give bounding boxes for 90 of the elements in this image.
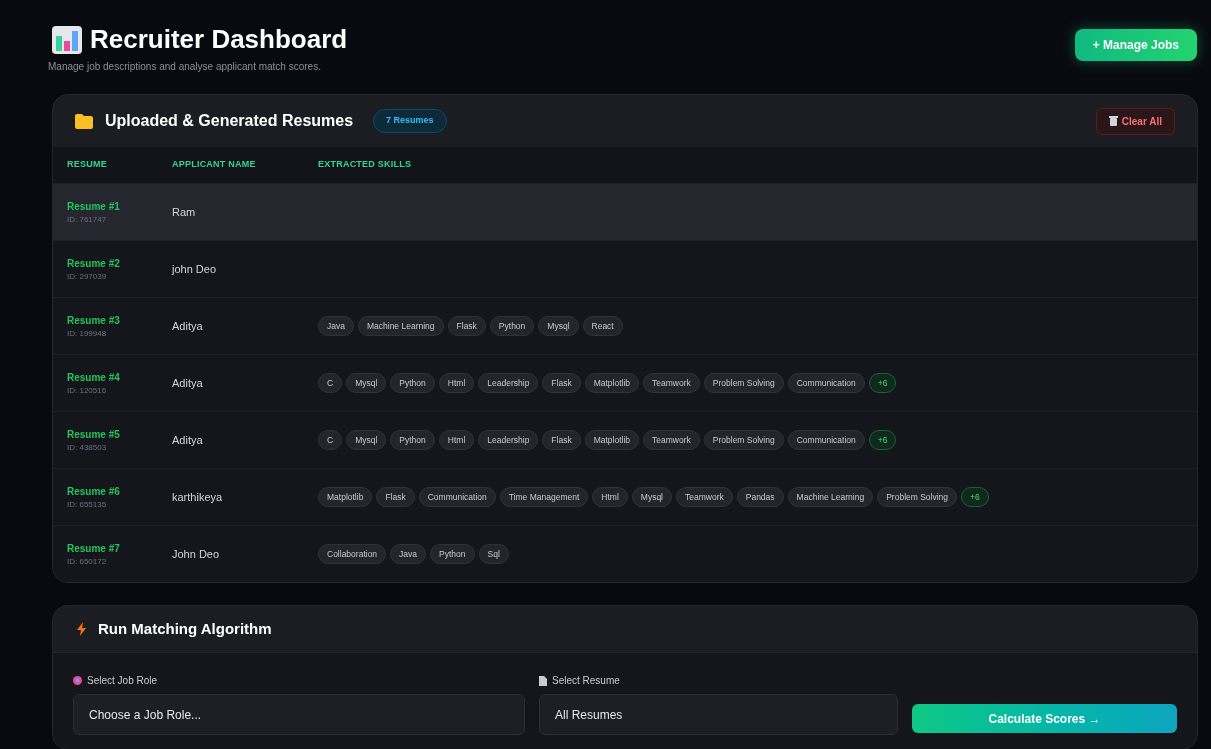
- skill-tag: Communication: [418, 486, 496, 508]
- skill-tag: Mysql: [346, 429, 387, 451]
- resume-row[interactable]: Resume #3 ID: 199948 Aditya Java Machine Learning Flask Python Mysql React: [53, 297, 1197, 354]
- skill-tag: React: [582, 315, 623, 337]
- applicant-name: karthikeya: [172, 489, 224, 505]
- skill-tag: Teamwork: [643, 372, 700, 394]
- skill-tag: Html: [438, 372, 475, 394]
- lightning-icon: [77, 622, 86, 636]
- applicant-name: john Deo: [172, 261, 218, 277]
- resume-select[interactable]: All Resumes: [539, 694, 898, 735]
- resume-id: ID: 297039: [67, 270, 108, 283]
- skill-tag: Pandas: [736, 486, 784, 508]
- resume-row[interactable]: Resume #2 ID: 297039 john Deo: [53, 240, 1197, 297]
- skill-tag: Python: [390, 372, 435, 394]
- skill-tag: Flask: [447, 315, 486, 337]
- resume-label: Resume #7: [67, 541, 121, 556]
- resume-row[interactable]: Resume #1 ID: 761747 Ram: [53, 183, 1197, 240]
- job-role-select[interactable]: Choose a Job Role...: [73, 694, 525, 735]
- skill-tag: Machine Learning: [787, 486, 874, 508]
- skill-tag: Html: [438, 429, 475, 451]
- skill-tag: Java: [390, 543, 427, 565]
- skill-tag: Python: [489, 315, 535, 337]
- resume-row[interactable]: Resume #7 ID: 650172 John Deo Collaboration Java Python Sql: [53, 525, 1197, 582]
- applicant-name: Aditya: [172, 375, 204, 391]
- skill-tag: Mysql: [538, 315, 579, 337]
- resume-id: ID: 761747: [67, 213, 108, 226]
- skill-tag: Sql: [478, 543, 509, 565]
- document-icon: [539, 675, 547, 686]
- trash-icon: [1108, 116, 1118, 126]
- clear-all-button[interactable]: Clear All: [1095, 107, 1175, 135]
- more-skills-tag[interactable]: +6: [961, 486, 989, 508]
- page-subtitle: Manage job descriptions and analyse applicant match scores.: [48, 60, 322, 74]
- skill-tag: Teamwork: [676, 486, 733, 508]
- skill-tag: Problem Solving: [703, 372, 784, 394]
- skill-tag: Html: [592, 486, 628, 508]
- applicant-name: Aditya: [172, 318, 204, 334]
- column-header: APPLICANT NAME: [172, 158, 257, 172]
- resume-label: Resume #3: [67, 313, 121, 328]
- skill-tag: Flask: [376, 486, 415, 508]
- skill-tag: Python: [390, 429, 435, 451]
- resume-id: ID: 199948: [67, 327, 108, 340]
- skill-tag: Communication: [787, 429, 865, 451]
- skill-tag: Mysql: [631, 486, 672, 508]
- skill-tag: Machine Learning: [357, 315, 444, 337]
- skill-tag: Collaboration: [318, 543, 387, 565]
- skill-tag: Matplotlib: [584, 429, 640, 451]
- bar-chart-icon: [52, 25, 82, 54]
- skill-tag: Flask: [542, 429, 581, 451]
- column-header: EXTRACTED SKILLS: [318, 158, 413, 172]
- skill-tag: Matplotlib: [318, 486, 373, 508]
- resume-row[interactable]: Resume #4 ID: 120516 Aditya C Mysql Python Html Leadership Flask Matplotlib Teamwork Problem Solving Communication +6: [53, 354, 1197, 411]
- skill-tag: Problem Solving: [703, 429, 784, 451]
- resume-row[interactable]: Resume #5 ID: 438503 Aditya C Mysql Python Html Leadership Flask Matplotlib Teamwork Problem Solving Communication +6: [53, 411, 1197, 468]
- count-badge: 7 Resumes: [373, 109, 447, 133]
- card-title: Uploaded & Generated Resumes: [105, 111, 354, 131]
- skill-tag: Mysql: [346, 372, 387, 394]
- resume-id: ID: 438503: [67, 441, 108, 454]
- skill-tag: Flask: [542, 372, 581, 394]
- skill-tag: Time Management: [499, 486, 589, 508]
- resume-label: Resume #6: [67, 484, 121, 499]
- skill-tag: Teamwork: [643, 429, 700, 451]
- applicant-name: Ram: [172, 204, 197, 220]
- resume-label: Resume #4: [67, 370, 121, 385]
- skill-tag: Communication: [787, 372, 865, 394]
- target-icon: [73, 676, 82, 685]
- folder-icon: [75, 113, 93, 129]
- resume-id: ID: 650172: [67, 555, 108, 568]
- resume-id: ID: 655135: [67, 498, 108, 511]
- card-title: Run Matching Algorithm: [98, 618, 272, 639]
- skill-tag: Leadership: [478, 429, 539, 451]
- applicant-name: John Deo: [172, 546, 221, 562]
- resume-label: Resume #1: [67, 199, 121, 214]
- resume-label: Resume #5: [67, 427, 121, 442]
- resume-id: ID: 120516: [67, 384, 108, 397]
- more-skills-tag[interactable]: +6: [868, 429, 897, 451]
- skill-tag: Java: [318, 315, 354, 337]
- skill-tag: Leadership: [478, 372, 539, 394]
- resume-row[interactable]: Resume #6 ID: 655135 karthikeya Matplotlib Flask Communication Time Management Html Mysql Teamwork Pandas Machine Learning Problem Solving +6: [53, 468, 1197, 525]
- resume-label: Resume #2: [67, 256, 121, 271]
- field-label: Select Resume: [552, 674, 620, 688]
- skill-tag: Python: [430, 543, 475, 565]
- skill-tag: Problem Solving: [877, 486, 958, 508]
- page-title: Recruiter Dashboard: [90, 23, 348, 56]
- skill-tag: Matplotlib: [584, 372, 640, 394]
- field-label: Select Job Role: [87, 674, 158, 688]
- applicant-name: Aditya: [172, 432, 204, 448]
- skill-tag: C: [318, 429, 343, 451]
- skill-tag: C: [318, 372, 343, 394]
- column-header: RESUME: [67, 158, 108, 172]
- more-skills-tag[interactable]: +6: [868, 372, 897, 394]
